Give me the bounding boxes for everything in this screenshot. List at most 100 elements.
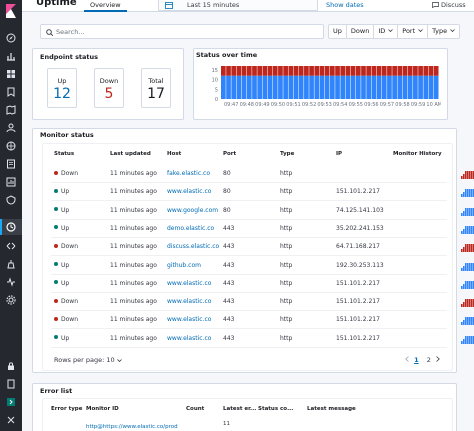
table-row: Down 11 minutes ago discuss.elastic.co 443 h… xyxy=(51,238,474,257)
history-bar xyxy=(469,189,471,198)
status-label: Down xyxy=(61,298,79,306)
history-bar xyxy=(465,171,467,179)
uptime-icon[interactable] xyxy=(5,221,17,233)
tab-overview[interactable]: Overview xyxy=(84,0,127,12)
col-error-type[interactable]: Error type xyxy=(51,406,82,412)
error-monitor-id-link[interactable]: http@https://www.elastic.co/prod xyxy=(86,424,178,430)
logs-icon[interactable] xyxy=(5,158,17,170)
col-count[interactable]: Count xyxy=(186,406,204,412)
chevron-right-icon[interactable] xyxy=(436,356,440,362)
ip-cell: 74.125.141.103 xyxy=(336,206,384,214)
show-dates-link[interactable]: Show dates xyxy=(326,1,364,9)
monitor-history-sparkline[interactable] xyxy=(461,242,474,253)
host-link[interactable]: www.elastic.co xyxy=(167,316,211,323)
history-bar xyxy=(465,225,467,234)
dashboard-icon[interactable] xyxy=(5,68,17,80)
monitor-history-sparkline[interactable] xyxy=(461,224,474,234)
bar-up xyxy=(402,75,408,99)
monitor-history-sparkline[interactable] xyxy=(461,206,474,216)
host-link[interactable]: www.elastic.co xyxy=(167,280,211,287)
host-link[interactable]: www.elastic.co xyxy=(167,335,211,342)
bar-up xyxy=(262,75,268,99)
chevron-left-icon[interactable] xyxy=(405,356,409,362)
col-host[interactable]: Host xyxy=(167,151,181,157)
col-status[interactable]: Status xyxy=(54,151,74,157)
filter-id[interactable]: ID xyxy=(374,25,399,38)
col-type[interactable]: Type xyxy=(280,151,294,157)
last-updated-cell: 11 minutes ago xyxy=(110,298,157,306)
siem-icon[interactable] xyxy=(5,194,17,206)
col-ip[interactable]: IP xyxy=(336,151,342,157)
monitoring-icon[interactable] xyxy=(5,276,17,288)
monitor-history-sparkline[interactable] xyxy=(461,261,474,271)
monitor-history-sparkline[interactable] xyxy=(461,169,474,179)
page-2[interactable]: 2 xyxy=(427,356,431,364)
bar-down xyxy=(407,66,413,76)
history-bar xyxy=(463,174,465,179)
history-bar-up xyxy=(469,317,471,322)
x-tick-label: 09:58 xyxy=(395,102,409,108)
host-link[interactable]: www.elastic.co xyxy=(167,188,211,195)
col-last-updated[interactable]: Last updated xyxy=(110,151,151,157)
monitor-history-sparkline[interactable] xyxy=(461,315,474,326)
host-link[interactable]: discuss.elastic.co xyxy=(167,243,219,250)
discuss-link[interactable]: Discuss xyxy=(432,1,466,9)
discover-icon[interactable] xyxy=(5,32,17,44)
filter-down[interactable]: Down xyxy=(347,25,375,38)
bar-down xyxy=(397,66,403,76)
lock-icon[interactable] xyxy=(5,360,17,372)
status-cell: Down xyxy=(54,170,78,177)
history-bar xyxy=(465,189,467,198)
ip-cell: 64.71.168.217 xyxy=(336,243,380,251)
date-picker[interactable]: Last 15 minutes Show dates xyxy=(158,0,364,11)
visualize-icon[interactable] xyxy=(5,50,17,62)
host-link[interactable]: www.elastic.co xyxy=(167,298,211,305)
calendar-icon[interactable] xyxy=(165,1,173,9)
search-bar[interactable] xyxy=(40,24,324,39)
host-link[interactable]: fake.elastic.co xyxy=(167,170,210,177)
stack-monitoring-icon[interactable] xyxy=(5,258,17,270)
chevron-down-icon xyxy=(418,29,423,32)
col-latest-error[interactable]: Latest er... xyxy=(223,406,256,412)
bar-down xyxy=(340,66,346,76)
host-link[interactable]: github.com xyxy=(167,262,201,269)
dock-icon[interactable] xyxy=(5,414,17,426)
management-icon[interactable] xyxy=(5,294,17,306)
rows-per-page-button[interactable]: Rows per page: 10 xyxy=(54,356,122,364)
kibana-logo[interactable] xyxy=(0,0,22,22)
help-icon[interactable] xyxy=(5,378,17,390)
monitor-history-sparkline[interactable] xyxy=(461,279,474,289)
filter-type[interactable]: Type xyxy=(428,25,459,38)
col-monitor-id[interactable]: Monitor ID xyxy=(86,406,119,412)
infra-icon[interactable] xyxy=(5,140,17,152)
status-over-time-chart[interactable]: 15105009:47 09:48 09:49 09:50 09:51 09:52 09:5… xyxy=(203,66,441,108)
ip-cell: 151.101.2.217 xyxy=(336,298,380,306)
host-link[interactable]: demo.elastic.co xyxy=(167,225,214,232)
status-cell: Up xyxy=(54,280,69,287)
col-latest-message[interactable]: Latest message xyxy=(307,406,356,412)
filter-up[interactable]: Up xyxy=(329,25,347,38)
history-bar xyxy=(469,262,471,271)
host-link[interactable]: www.google.com xyxy=(167,207,218,214)
monitor-history-sparkline[interactable] xyxy=(461,334,474,344)
canvas-icon[interactable] xyxy=(5,86,17,98)
col-status-code[interactable]: Status co... xyxy=(258,406,293,412)
history-bar xyxy=(471,262,473,271)
monitor-history-sparkline[interactable] xyxy=(461,187,474,198)
maps-icon[interactable] xyxy=(5,104,17,116)
devtools-icon[interactable] xyxy=(5,240,17,252)
history-bar xyxy=(471,280,473,289)
date-range-text[interactable]: Last 15 minutes xyxy=(187,1,239,9)
history-bar xyxy=(463,192,465,198)
col-port[interactable]: Port xyxy=(223,151,236,157)
page-1[interactable]: 1 xyxy=(414,356,419,364)
history-bar xyxy=(465,262,467,271)
filter-port[interactable]: Port xyxy=(398,25,429,38)
apm-icon[interactable] xyxy=(5,176,17,188)
search-input[interactable] xyxy=(56,27,316,37)
last-updated-cell: 11 minutes ago xyxy=(110,243,157,251)
ml-icon[interactable] xyxy=(5,122,17,134)
collapse-icon[interactable] xyxy=(5,396,17,408)
history-bar xyxy=(463,320,465,326)
monitor-history-sparkline[interactable] xyxy=(461,297,474,308)
